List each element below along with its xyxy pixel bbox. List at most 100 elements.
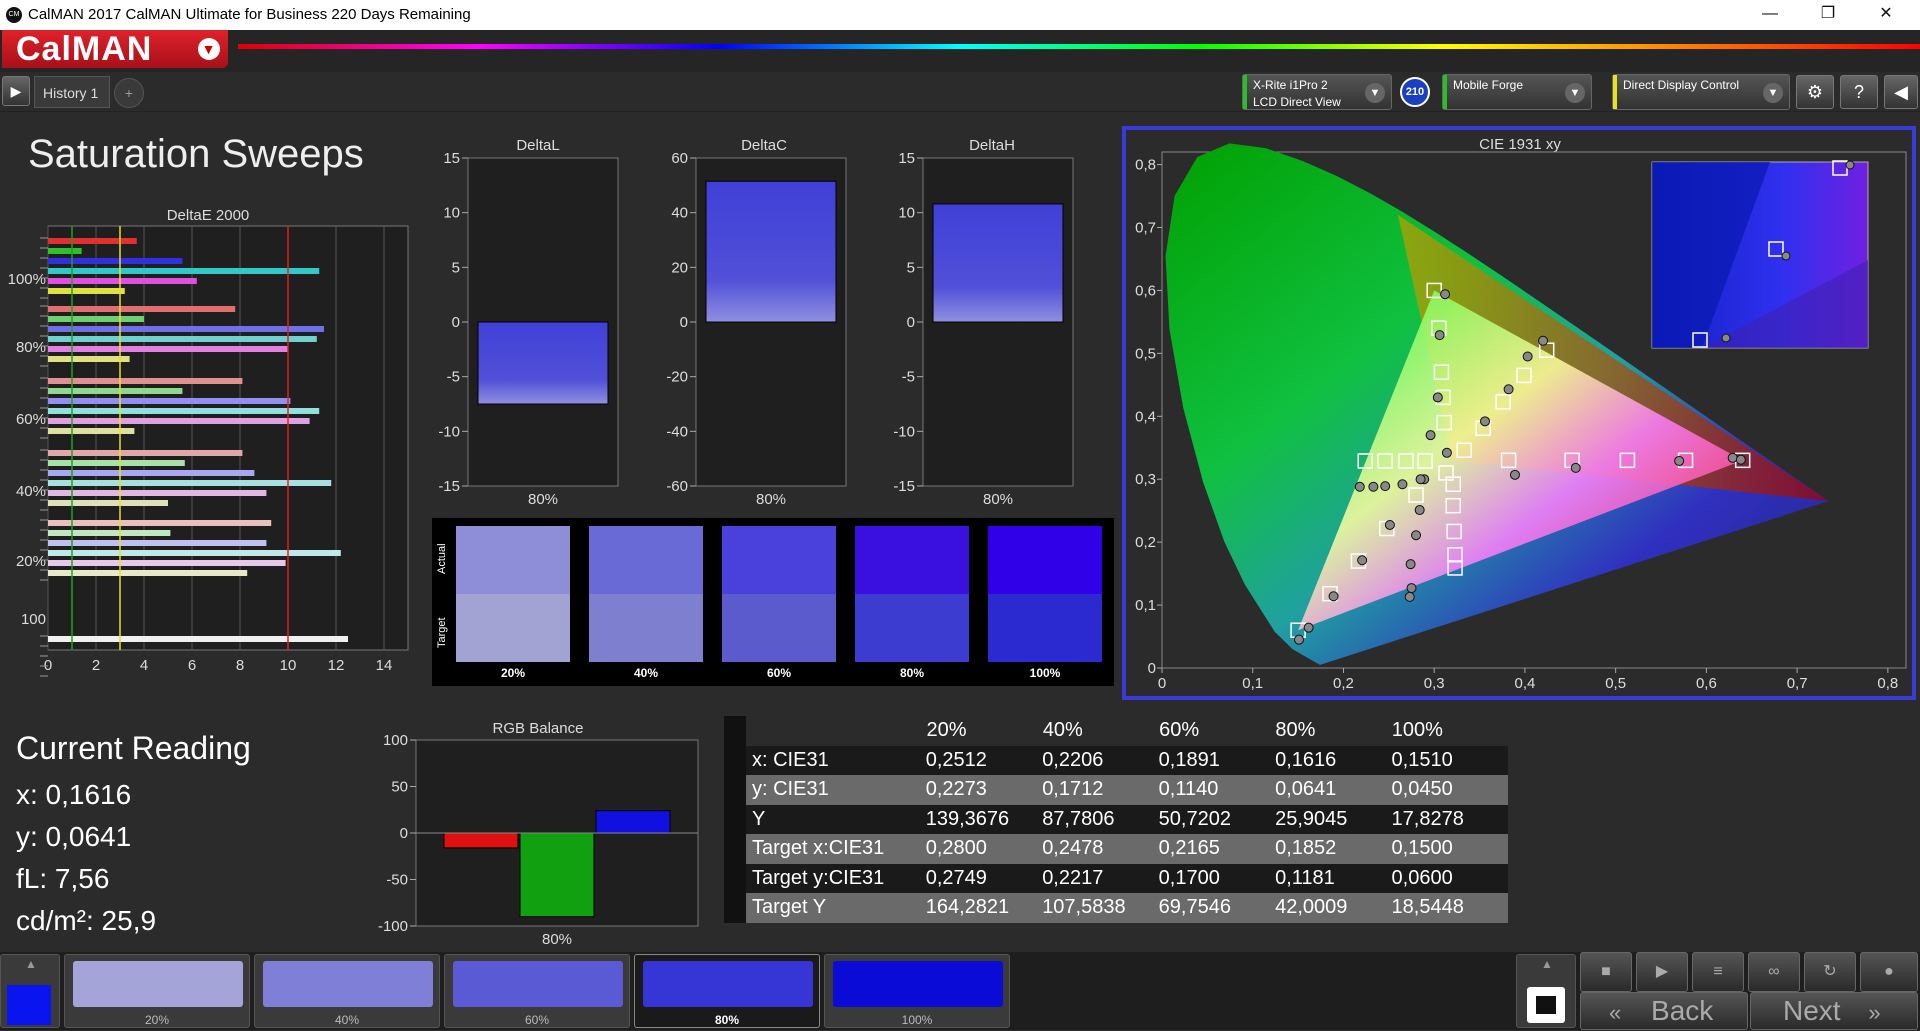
delta-x-label: 80% [756, 491, 786, 508]
table-cell: 0,1140 [1158, 778, 1219, 801]
calman-logo-menu[interactable]: CalMAN ▼ [2, 30, 228, 68]
delta-y-tick: 5 [907, 259, 915, 276]
deltae-bar [48, 346, 288, 352]
inset-measured-point [1721, 333, 1731, 343]
reading-x: x: 0,1616 [16, 779, 132, 810]
table-cell: 0,0600 [1391, 866, 1453, 889]
cie-measured-point [1522, 351, 1533, 362]
cie-measured-point [1441, 447, 1452, 458]
table-cell: 107,5838 [1042, 896, 1126, 919]
delta-y-tick: 0 [680, 314, 688, 331]
cie-measured-point [1397, 479, 1408, 490]
deltae-x-tick: 14 [376, 657, 393, 674]
collapse-left-icon[interactable]: ◀ [1884, 75, 1918, 109]
table-row: x: CIE31 0,2512 0,2206 0,1891 0,1616 0,1510 [724, 745, 1508, 775]
deltae-bar [48, 530, 171, 536]
table-cell: 0,1891 [1158, 748, 1220, 771]
cie-measured-point [1380, 481, 1391, 492]
table-column-header: 80% [1275, 719, 1316, 742]
display-status-bar [1613, 75, 1617, 109]
cie-measured-point [1415, 474, 1426, 485]
delta-y-tick: -5 [902, 369, 915, 386]
window-titlebar: CM CalMAN 2017 CalMAN Ultimate for Busin… [0, 0, 1920, 30]
delta-y-tick: -10 [893, 423, 915, 440]
patch-button[interactable]: 40% [254, 954, 440, 1028]
cie-measured-point [1303, 622, 1314, 633]
deltae-x-tick: 2 [92, 657, 100, 674]
cie-y-tick: 0,2 [1135, 534, 1156, 551]
patch-color [833, 961, 1003, 1007]
deltae-bar [48, 278, 197, 284]
display-selector[interactable]: Direct Display Control ▼ [1612, 74, 1790, 110]
eject-icon: ▲ [25, 957, 37, 971]
table-column-header: 20% [926, 719, 967, 742]
patch-color [263, 961, 433, 1007]
deltae-x-tick: 10 [280, 657, 297, 674]
cie-x-tick: 0,2 [1333, 675, 1354, 692]
patch-button[interactable]: 20% [64, 954, 250, 1028]
patch-label: 40% [334, 1013, 360, 1027]
chevron-down-icon[interactable]: ▼ [1763, 83, 1783, 103]
add-tab-icon[interactable]: + [114, 78, 144, 108]
stop-button[interactable]: ▲ [1516, 954, 1576, 1028]
cie-measured-point [1727, 452, 1738, 463]
table-cell: 69,7546 [1158, 896, 1231, 919]
delta-y-tick: 15 [898, 150, 915, 167]
refresh-icon[interactable]: ↻ [1804, 952, 1856, 992]
table-row: Target y:CIE31 0,2749 0,2217 0,1700 0,1181 0,… [724, 863, 1508, 893]
deltae-x-tick: 4 [140, 657, 148, 674]
tab-history-1[interactable]: History 1 [34, 76, 110, 108]
stop-measure-icon[interactable]: ■ [1580, 952, 1632, 992]
pin-icon[interactable]: ● [1860, 952, 1918, 992]
deltae-bar [48, 268, 320, 274]
help-icon[interactable]: ? [1840, 75, 1878, 109]
chevron-down-icon[interactable]: ▼ [1565, 83, 1585, 103]
meter-selector[interactable]: X-Rite i1Pro 2 LCD Direct View ▼ [1242, 74, 1392, 110]
gear-icon[interactable]: ⚙ [1796, 75, 1834, 109]
table-row-label: x: CIE31 [752, 748, 829, 771]
rainbow-stripe [238, 44, 1920, 49]
chevron-down-icon[interactable]: ▼ [198, 38, 220, 60]
next-label: Next [1783, 995, 1841, 1026]
patch-button[interactable]: 60% [444, 954, 630, 1028]
deltae-bar [48, 418, 310, 424]
rgb-bar [595, 810, 671, 834]
cie-chart: 0 0,1 0,2 0,3 0,4 0,5 0,6 0,7 0,8 0 0,1 0,2 0,3 0,4 0,… [1135, 143, 1907, 692]
deltae-bar [48, 470, 255, 476]
table-cell: 0,0450 [1391, 778, 1453, 801]
patch-button[interactable]: 80% [634, 954, 820, 1028]
table-row-label: Y [752, 807, 766, 830]
deltae-bar [48, 388, 183, 394]
table-cell: 0,1700 [1158, 866, 1220, 889]
back-button[interactable]: « Back [1580, 992, 1748, 1030]
deltae-y-label: 80% [16, 339, 46, 356]
play-icon[interactable]: ▶ [1636, 952, 1688, 992]
close-icon[interactable]: ✕ [1858, 0, 1914, 30]
stop-icon-inner [1536, 996, 1556, 1014]
next-button[interactable]: Next » [1750, 992, 1918, 1030]
table-row-label: Target y:CIE31 [752, 866, 885, 889]
cie-x-tick: 0,4 [1514, 675, 1535, 692]
loop-icon[interactable]: ∞ [1748, 952, 1800, 992]
patch-button[interactable]: 100% [824, 954, 1010, 1028]
table-cell: 0,2165 [1158, 837, 1220, 860]
play-forward-icon[interactable]: ▶ [2, 76, 30, 106]
minimize-icon[interactable]: — [1742, 0, 1798, 30]
hold-icon[interactable]: ≡ [1692, 952, 1744, 992]
source-selector[interactable]: Mobile Forge ▼ [1442, 74, 1592, 110]
rgb-x-label: 80% [542, 931, 572, 948]
deltae-bar [48, 450, 243, 456]
patch-toggle-button[interactable]: ▲ [0, 954, 60, 1028]
cie-y-tick: 0 [1148, 660, 1156, 677]
chevron-down-icon[interactable]: ▼ [1365, 83, 1385, 103]
table-cell: 0,1852 [1275, 837, 1337, 860]
restore-icon[interactable]: ❐ [1800, 0, 1856, 30]
back-arrow-icon: « [1609, 1000, 1622, 1025]
deltae-y-label: 100 [21, 611, 46, 628]
table-cell: 0,1616 [1275, 748, 1337, 771]
patch-color [643, 961, 813, 1007]
swatch-actual [988, 526, 1102, 594]
app-icon: CM [6, 7, 22, 23]
table-cell: 18,5448 [1391, 896, 1464, 919]
table-cell: 0,2273 [925, 778, 987, 801]
